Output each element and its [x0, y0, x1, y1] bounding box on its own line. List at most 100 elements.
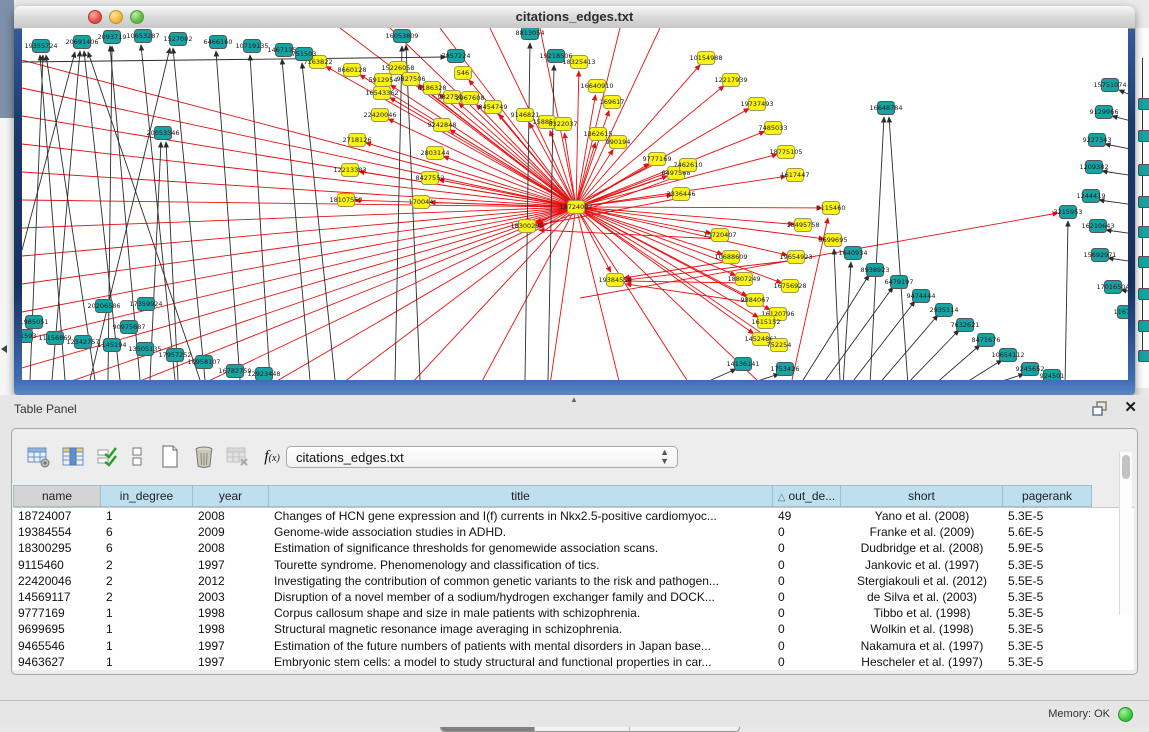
- table-cell[interactable]: 2008: [193, 541, 269, 555]
- table-cell[interactable]: 9465546: [13, 639, 101, 653]
- table-cell[interactable]: Tibbo et al. (1998): [841, 606, 1003, 620]
- table-cell[interactable]: Dudbridge et al. (2008): [841, 541, 1003, 555]
- table-cell[interactable]: 5.9E-5: [1003, 541, 1092, 555]
- table-cell[interactable]: 2012: [193, 574, 269, 588]
- clear-selection-icon[interactable]: [123, 443, 151, 471]
- table-cell[interactable]: 1: [101, 622, 193, 636]
- network-window-titlebar[interactable]: citations_edges.txt: [14, 6, 1135, 29]
- table-cell[interactable]: 5.3E-5: [1003, 590, 1092, 604]
- table-cell[interactable]: Stergiakouli et al. (2012): [841, 574, 1003, 588]
- table-row[interactable]: 1456911722003Disruption of a novel membe…: [13, 589, 1134, 605]
- table-row[interactable]: 1872400712008Changes of HCN gene express…: [13, 508, 1134, 524]
- table-cell[interactable]: 9699695: [13, 622, 101, 636]
- column-header-out_de[interactable]: △out_de...: [773, 485, 841, 507]
- show-columns-icon[interactable]: [59, 443, 87, 471]
- table-cell[interactable]: 5.5E-5: [1003, 574, 1092, 588]
- table-scrollbar[interactable]: [1119, 452, 1132, 615]
- table-cell[interactable]: 9115460: [13, 558, 101, 572]
- table-cell[interactable]: 2: [101, 590, 193, 604]
- table-cell[interactable]: 5.6E-5: [1003, 525, 1092, 539]
- table-cell[interactable]: Tourette syndrome. Phenomenology and cla…: [269, 558, 773, 572]
- table-cell[interactable]: 1: [101, 639, 193, 653]
- table-cell[interactable]: Estimation of significance thresholds fo…: [269, 541, 773, 555]
- table-cell[interactable]: 22420046: [13, 574, 101, 588]
- close-panel-icon[interactable]: ✕: [1124, 398, 1137, 416]
- table-cell[interactable]: 0: [773, 622, 841, 636]
- table-cell[interactable]: Structural magnetic resonance image aver…: [269, 622, 773, 636]
- table-cell[interactable]: 0: [773, 525, 841, 539]
- table-cell[interactable]: 0: [773, 541, 841, 555]
- delete-column-icon[interactable]: [190, 443, 218, 471]
- table-cell[interactable]: 0: [773, 590, 841, 604]
- table-cell[interactable]: 5.3E-5: [1003, 639, 1092, 653]
- table-cell[interactable]: Jankovic et al. (1997): [841, 558, 1003, 572]
- table-cell[interactable]: 0: [773, 558, 841, 572]
- table-cell[interactable]: 5.3E-5: [1003, 622, 1092, 636]
- table-cell[interactable]: 5.3E-5: [1003, 655, 1092, 669]
- table-cell[interactable]: Embryonic stem cells: a model to study s…: [269, 655, 773, 669]
- float-panel-icon[interactable]: [1091, 401, 1109, 416]
- table-row[interactable]: 946554611997Estimation of the future num…: [13, 638, 1134, 654]
- table-cell[interactable]: 19384554: [13, 525, 101, 539]
- table-cell[interactable]: 1997: [193, 639, 269, 653]
- table-cell[interactable]: Genome-wide association studies in ADHD.: [269, 525, 773, 539]
- table-cell[interactable]: 1997: [193, 655, 269, 669]
- table-cell[interactable]: 2008: [193, 509, 269, 523]
- table-cell[interactable]: Corpus callosum shape and size in male p…: [269, 606, 773, 620]
- table-row[interactable]: 969969511998Structural magnetic resonanc…: [13, 621, 1134, 637]
- column-header-in_degree[interactable]: in_degree: [101, 485, 193, 507]
- table-selector-dropdown[interactable]: citations_edges.txt ▲▼: [286, 446, 678, 468]
- table-cell[interactable]: 9777169: [13, 606, 101, 620]
- column-header-pagerank[interactable]: pagerank: [1003, 485, 1092, 507]
- table-cell[interactable]: Changes of HCN gene expression and I(f) …: [269, 509, 773, 523]
- table-cell[interactable]: 14569117: [13, 590, 101, 604]
- table-row[interactable]: 977716911998Corpus callosum shape and si…: [13, 605, 1134, 621]
- column-header-name[interactable]: name: [13, 485, 101, 507]
- column-header-short[interactable]: short: [841, 485, 1003, 507]
- table-cell[interactable]: 9463627: [13, 655, 101, 669]
- table-cell[interactable]: 0: [773, 655, 841, 669]
- table-cell[interactable]: Franke et al. (2009): [841, 525, 1003, 539]
- network-canvas[interactable]: 7163822866012859129541522605898275068186…: [22, 28, 1128, 380]
- table-cell[interactable]: 2003: [193, 590, 269, 604]
- table-cell[interactable]: 1: [101, 606, 193, 620]
- table-row[interactable]: 911546021997Tourette syndrome. Phenomeno…: [13, 557, 1134, 573]
- function-builder-icon[interactable]: f(x): [258, 443, 286, 471]
- table-cell[interactable]: Nakamura et al. (1997): [841, 639, 1003, 653]
- table-mode-icon[interactable]: [25, 443, 53, 471]
- table-cell[interactable]: 2: [101, 558, 193, 572]
- table-row[interactable]: 946362711997Embryonic stem cells: a mode…: [13, 654, 1134, 670]
- column-header-title[interactable]: title: [269, 485, 773, 507]
- splitter-handle-icon[interactable]: ▲: [566, 396, 582, 404]
- table-cell[interactable]: 5.3E-5: [1003, 509, 1092, 523]
- table-cell[interactable]: 2: [101, 574, 193, 588]
- table-cell[interactable]: Disruption of a novel member of a sodium…: [269, 590, 773, 604]
- table-cell[interactable]: 6: [101, 525, 193, 539]
- table-cell[interactable]: Investigating the contribution of common…: [269, 574, 773, 588]
- table-cell[interactable]: Wolkin et al. (1998): [841, 622, 1003, 636]
- table-cell[interactable]: Estimation of the future numbers of pati…: [269, 639, 773, 653]
- table-cell[interactable]: 49: [773, 509, 841, 523]
- table-cell[interactable]: 6: [101, 541, 193, 555]
- table-cell[interactable]: 1997: [193, 558, 269, 572]
- table-row[interactable]: 2242004622012Investigating the contribut…: [13, 573, 1134, 589]
- table-cell[interactable]: 1998: [193, 606, 269, 620]
- select-all-rows-icon[interactable]: [93, 443, 121, 471]
- table-row[interactable]: 1938455462009Genome-wide association stu…: [13, 524, 1134, 540]
- table-cell[interactable]: 1: [101, 509, 193, 523]
- table-cell[interactable]: 18300295: [13, 541, 101, 555]
- new-column-icon[interactable]: [156, 443, 184, 471]
- table-row[interactable]: 1830029562008Estimation of significance …: [13, 540, 1134, 556]
- table-cell[interactable]: 0: [773, 606, 841, 620]
- table-cell[interactable]: 18724007: [13, 509, 101, 523]
- scrollbar-thumb[interactable]: [1122, 455, 1130, 479]
- table-cell[interactable]: 0: [773, 639, 841, 653]
- table-cell[interactable]: de Silva et al. (2003): [841, 590, 1003, 604]
- table-cell[interactable]: 0: [773, 574, 841, 588]
- table-cell[interactable]: 5.3E-5: [1003, 558, 1092, 572]
- table-cell[interactable]: 1998: [193, 622, 269, 636]
- column-header-year[interactable]: year: [193, 485, 269, 507]
- table-cell[interactable]: Yano et al. (2008): [841, 509, 1003, 523]
- table-cell[interactable]: 1: [101, 655, 193, 669]
- table-cell[interactable]: Hescheler et al. (1997): [841, 655, 1003, 669]
